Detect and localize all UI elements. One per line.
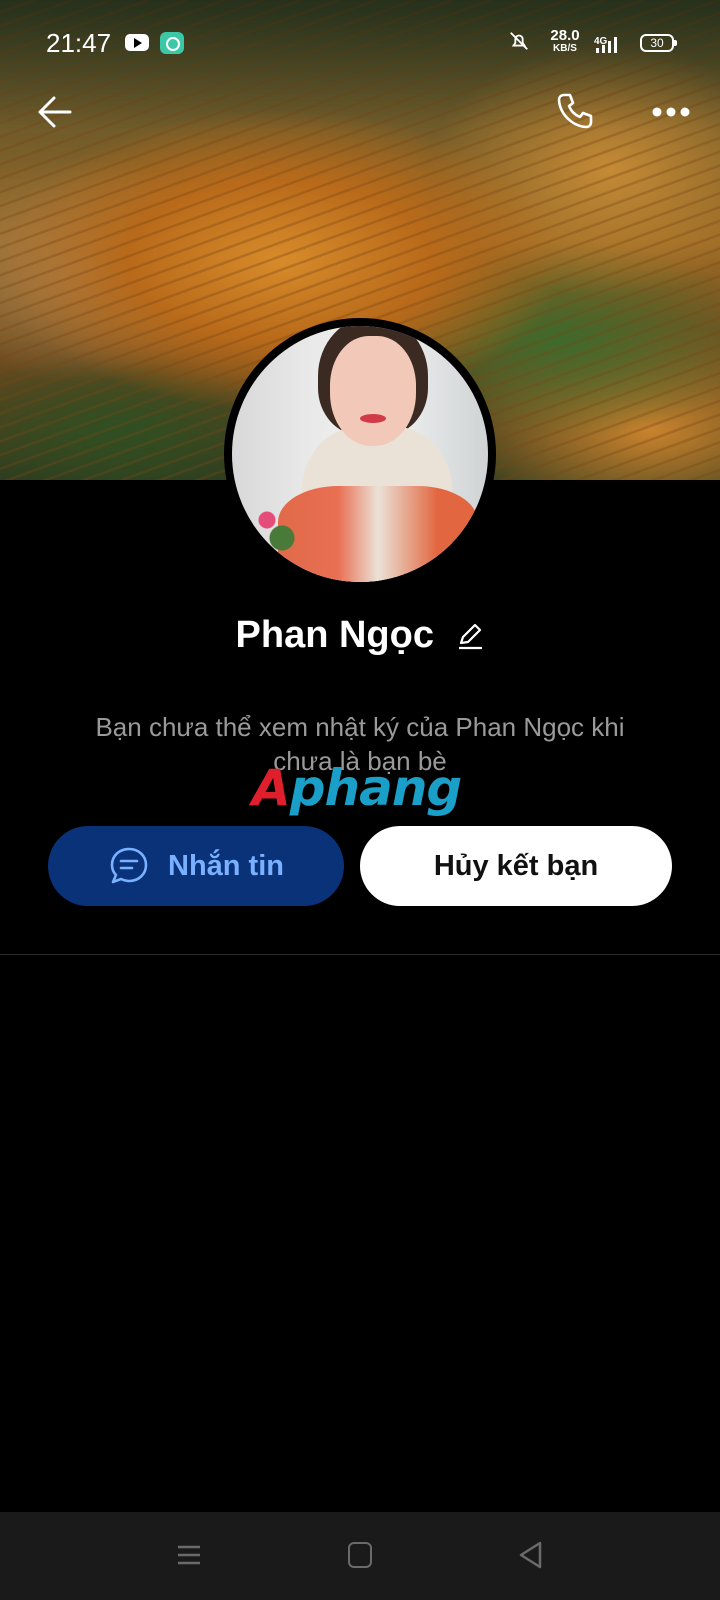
profile-name-row: Phan Ngọc [0,614,720,674]
nav-back-icon[interactable] [516,1540,546,1570]
youtube-icon [125,34,149,51]
home-icon[interactable] [348,1542,372,1568]
back-arrow-icon[interactable] [34,92,74,132]
battery-indicator: 30 [640,34,677,52]
watermark-logo: Aphang [252,759,462,817]
status-time: 21:47 [46,28,112,58]
pencil-icon[interactable] [456,622,484,650]
divider [0,954,720,955]
mute-icon [510,32,528,50]
unfriend-button-label: Hủy kết bạn [433,849,599,882]
more-icon[interactable] [652,106,690,118]
message-button-label: Nhắn tin [168,849,284,882]
profile-name: Phan Ngọc [235,614,434,656]
unfriend-button[interactable]: Hủy kết bạn [360,826,672,906]
chat-bubble-icon [110,847,148,884]
svg-text:4G: 4G [594,36,608,47]
system-nav-bar [0,1512,720,1600]
signal-icon: 4G [594,36,617,53]
message-button[interactable]: Nhắn tin [48,826,344,906]
app-notification-icon [160,32,184,54]
status-bar: 21:47 28.0 KB/S 4G 30 [0,0,720,84]
avatar[interactable] [224,318,496,590]
recent-apps-icon[interactable] [176,1542,202,1568]
avatar-photo [232,326,488,582]
network-speed: 28.0 KB/S [550,27,580,54]
phone-icon[interactable] [554,90,596,132]
